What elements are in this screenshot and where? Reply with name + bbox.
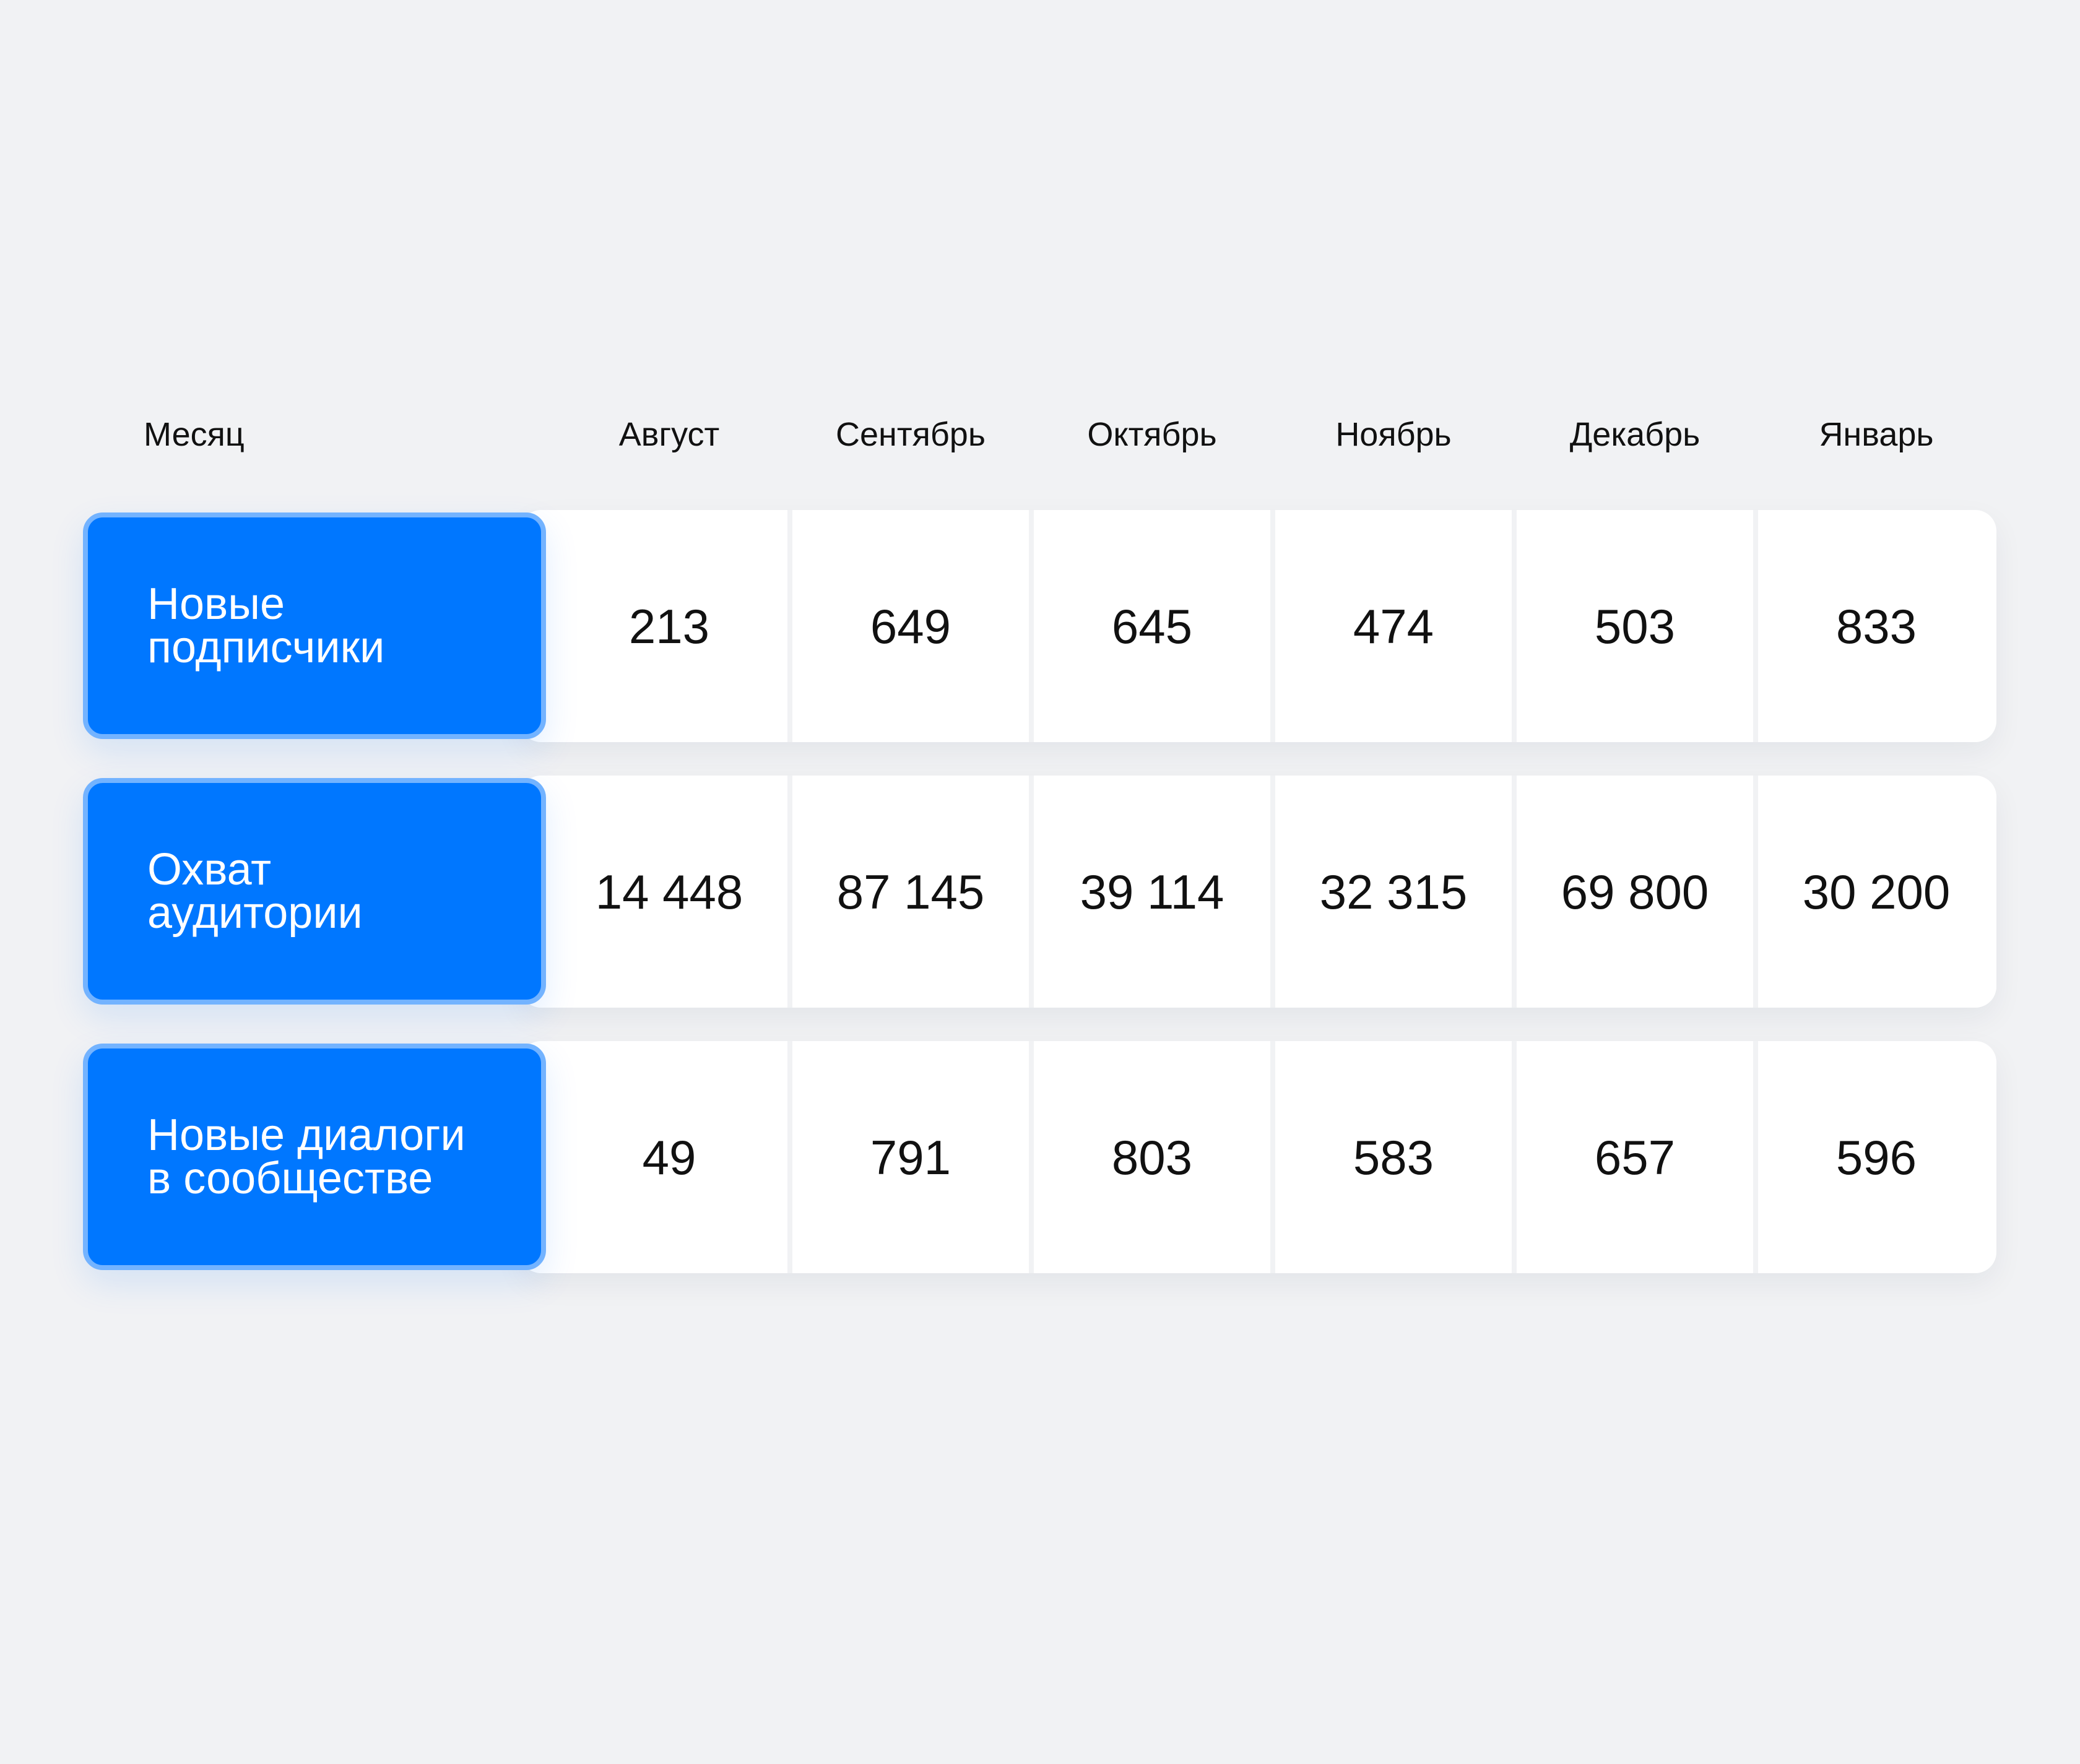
row-divider	[1753, 776, 1758, 1008]
value-cell-reach-january: 30 200	[1802, 864, 1951, 919]
row-divider	[787, 776, 792, 1008]
header-column-december: Декабрь	[1569, 416, 1701, 453]
row-divider	[1029, 510, 1034, 742]
row-divider	[787, 1041, 792, 1273]
row-label-dialogs: Новые диалоги в сообществе	[83, 1044, 546, 1270]
value-cell-reach-october: 39 114	[1080, 864, 1224, 919]
header-column-august: Август	[618, 416, 720, 453]
row-divider	[1753, 510, 1758, 742]
value-cell-dialogs-december: 657	[1594, 1130, 1676, 1185]
value-cell-subscribers-august: 213	[628, 599, 710, 654]
value-cell-reach-august: 14 448	[595, 864, 743, 919]
value-cell-subscribers-october: 645	[1111, 599, 1193, 654]
row-divider	[1270, 510, 1275, 742]
row-divider	[1029, 1041, 1034, 1273]
header-month-label: Месяц	[144, 416, 245, 453]
row-label-subscribers-text: Новые подписчики	[147, 579, 385, 672]
row-divider	[787, 510, 792, 742]
metrics-table: Месяц Август Сентябрь Октябрь Ноябрь Дек…	[0, 0, 2080, 1764]
header-column-january: Январь	[1819, 416, 1934, 453]
row-label-subscribers: Новые подписчики	[83, 512, 546, 739]
value-cell-subscribers-november: 474	[1353, 599, 1434, 654]
value-cell-subscribers-december: 503	[1594, 599, 1676, 654]
row-divider	[1029, 776, 1034, 1008]
row-divider	[1512, 1041, 1517, 1273]
value-cell-reach-december: 69 800	[1561, 864, 1709, 919]
header-column-november: Ноябрь	[1335, 416, 1452, 453]
value-cell-subscribers-january: 833	[1835, 599, 1917, 654]
row-label-dialogs-text: Новые диалоги в сообществе	[147, 1110, 466, 1203]
value-cell-dialogs-september: 791	[870, 1130, 951, 1185]
row-divider	[1753, 1041, 1758, 1273]
value-cell-dialogs-november: 583	[1353, 1130, 1434, 1185]
row-divider	[1270, 776, 1275, 1008]
row-divider	[1512, 776, 1517, 1008]
value-cell-dialogs-october: 803	[1111, 1130, 1193, 1185]
value-cell-subscribers-september: 649	[870, 599, 951, 654]
value-cell-dialogs-august: 49	[642, 1130, 696, 1185]
row-label-reach: Охват аудитории	[83, 778, 546, 1005]
value-cell-dialogs-january: 596	[1835, 1130, 1917, 1185]
value-cell-reach-september: 87 145	[836, 864, 985, 919]
header-column-october: Октябрь	[1087, 416, 1217, 453]
row-divider	[1270, 1041, 1275, 1273]
value-cell-reach-november: 32 315	[1319, 864, 1468, 919]
row-divider	[1512, 510, 1517, 742]
header-column-september: Сентябрь	[836, 416, 986, 453]
row-label-reach-text: Охват аудитории	[147, 845, 363, 938]
